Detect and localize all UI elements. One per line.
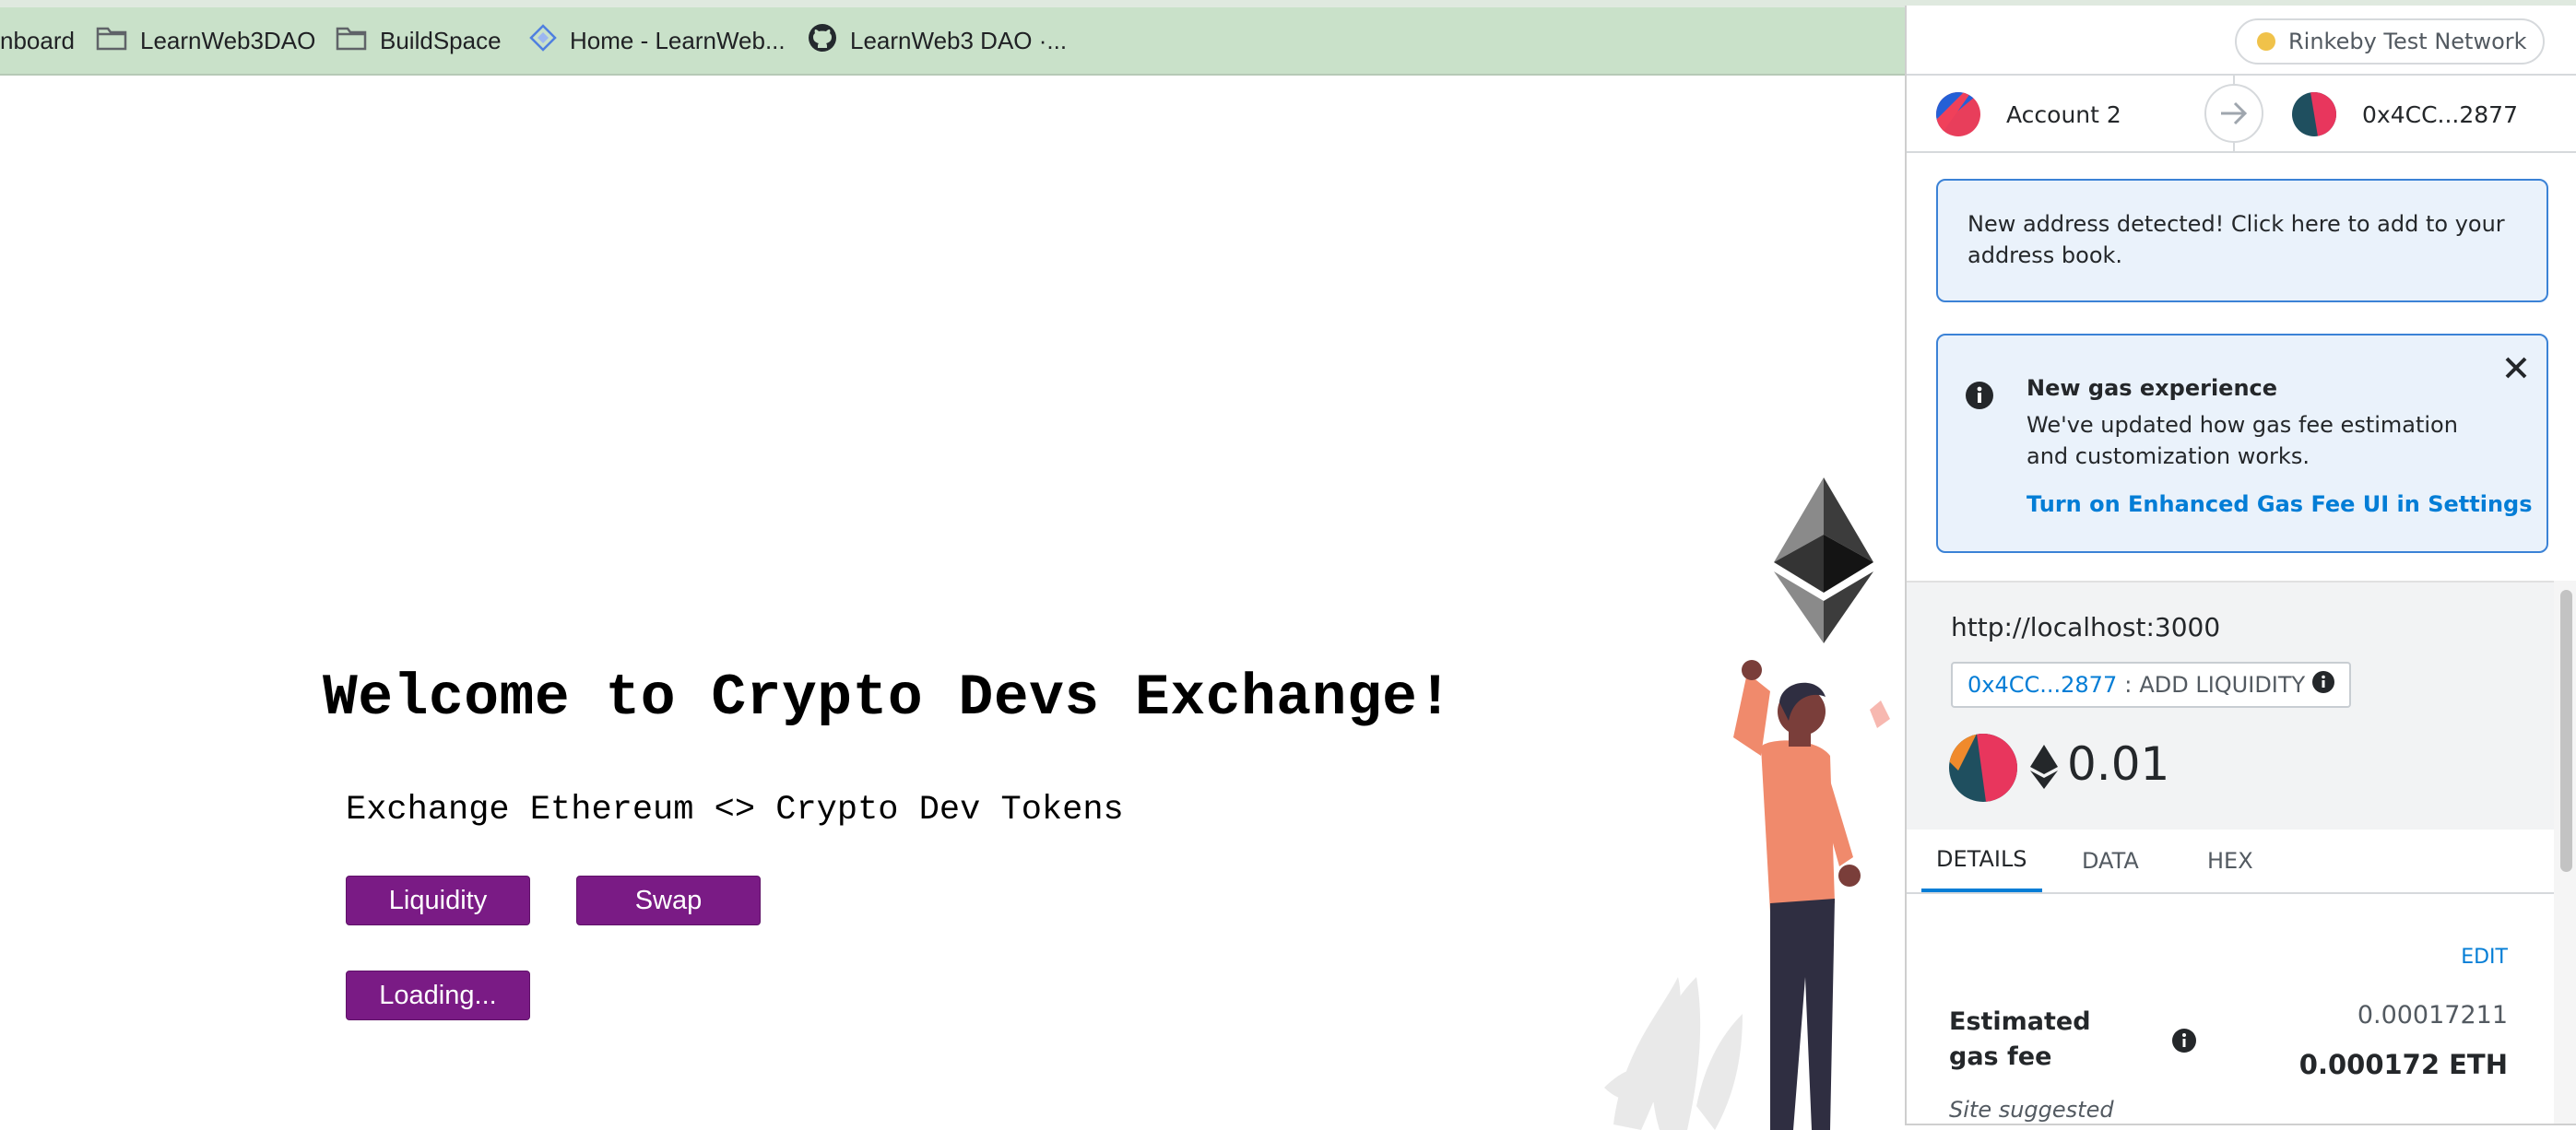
tab-data[interactable]: DATA: [2082, 830, 2139, 892]
method-badge: 0x4CC...2877 : ADD LIQUIDITY: [1951, 662, 2352, 708]
contract-avatar-icon: [1949, 734, 2017, 802]
site-suggested-label: Site suggested: [1949, 1097, 2114, 1123]
network-name: Rinkeby Test Network: [2288, 29, 2527, 54]
bookmark-label: LearnWeb3DAO: [140, 26, 316, 54]
scrollbar-thumb[interactable]: [2560, 590, 2572, 872]
bookmark-folder-buildspace[interactable]: BuildSpace: [336, 7, 502, 74]
tab-hex[interactable]: HEX: [2207, 830, 2253, 892]
network-selector[interactable]: Rinkeby Test Network: [2235, 18, 2545, 65]
method-name: ADD LIQUIDITY: [2139, 672, 2306, 698]
ethereum-celebration-illustration: [1604, 477, 1890, 1130]
diamond-icon: [529, 23, 557, 58]
tab-details[interactable]: DETAILS: [1921, 830, 2042, 892]
info-icon[interactable]: [2172, 1029, 2196, 1056]
sender-account-name[interactable]: Account 2: [2006, 101, 2121, 128]
eth-icon: [2030, 745, 2058, 793]
loading-button[interactable]: Loading...: [346, 971, 530, 1020]
page-subtitle: Exchange Ethereum <> Crypto Dev Tokens: [346, 791, 1124, 830]
enhanced-gas-settings-link[interactable]: Turn on Enhanced Gas Fee UI in Settings: [2027, 488, 2533, 520]
account-avatar-icon: [1936, 92, 1980, 136]
origin-url: http://localhost:3000: [1951, 612, 2221, 642]
bookmark-label: BuildSpace: [380, 26, 502, 54]
method-contract-address[interactable]: 0x4CC...2877: [1967, 672, 2117, 698]
info-icon: [1966, 382, 1993, 418]
close-icon[interactable]: [2504, 356, 2528, 388]
github-icon: [808, 23, 837, 59]
arrow-right-icon: [2204, 84, 2263, 143]
transaction-summary: http://localhost:3000 0x4CC...2877 : ADD…: [1907, 581, 2554, 830]
bookmark-label: nboard: [0, 26, 75, 54]
gas-notice-title: New gas experience: [2027, 375, 2278, 401]
method-separator: :: [2124, 672, 2133, 698]
gas-fee-primary: 0.000172 ETH: [2298, 1049, 2508, 1080]
gas-experience-notice: New gas experience We've updated how gas…: [1936, 334, 2548, 553]
estimated-gas-fee-label: Estimated gas fee: [1949, 1007, 2091, 1071]
ethereum-logo-icon: [1774, 477, 1873, 643]
transaction-tabs: DETAILS DATA HEX: [1907, 830, 2554, 894]
recipient-address[interactable]: 0x4CC...2877: [2362, 101, 2518, 128]
bookmark-home-learnweb[interactable]: Home - LearnWeb...: [529, 7, 786, 74]
gas-fee-secondary: 0.00017211: [2357, 1001, 2508, 1030]
network-status-icon: [2257, 32, 2275, 51]
folder-icon: [336, 25, 367, 57]
recipient-avatar-icon: [2292, 92, 2336, 136]
sender-recipient-row: Account 2 0x4CC...2877: [1907, 74, 2576, 153]
bookmark-github[interactable]: LearnWeb3 DAO ·...: [808, 7, 1067, 74]
bookmark-label: Home - LearnWeb...: [570, 26, 786, 54]
transaction-amount: 0.01: [2067, 737, 2170, 791]
transaction-details-scroll-area[interactable]: http://localhost:3000 0x4CC...2877 : ADD…: [1907, 581, 2576, 1124]
new-address-notice[interactable]: New address detected! Click here to add …: [1936, 179, 2548, 302]
info-icon: [2312, 671, 2335, 699]
folder-icon: [96, 25, 127, 57]
gas-notice-body: We've updated how gas fee estimation and…: [2027, 412, 2458, 469]
edit-gas-link[interactable]: EDIT: [2461, 946, 2508, 969]
bookmark-folder-learnweb3dao[interactable]: LearnWeb3DAO: [96, 7, 315, 74]
swap-button[interactable]: Swap: [576, 876, 761, 925]
liquidity-button[interactable]: Liquidity: [346, 876, 530, 925]
scrollbar[interactable]: [2554, 581, 2576, 1124]
metamask-popup: Rinkeby Test Network Account 2 0x4CC...2…: [1905, 6, 2576, 1125]
bookmark-item[interactable]: nboard: [0, 7, 75, 74]
new-address-notice-text: New address detected! Click here to add …: [1967, 211, 2505, 268]
bookmark-label: LearnWeb3 DAO ·...: [850, 26, 1068, 54]
page-title: Welcome to Crypto Devs Exchange!: [323, 665, 1453, 731]
